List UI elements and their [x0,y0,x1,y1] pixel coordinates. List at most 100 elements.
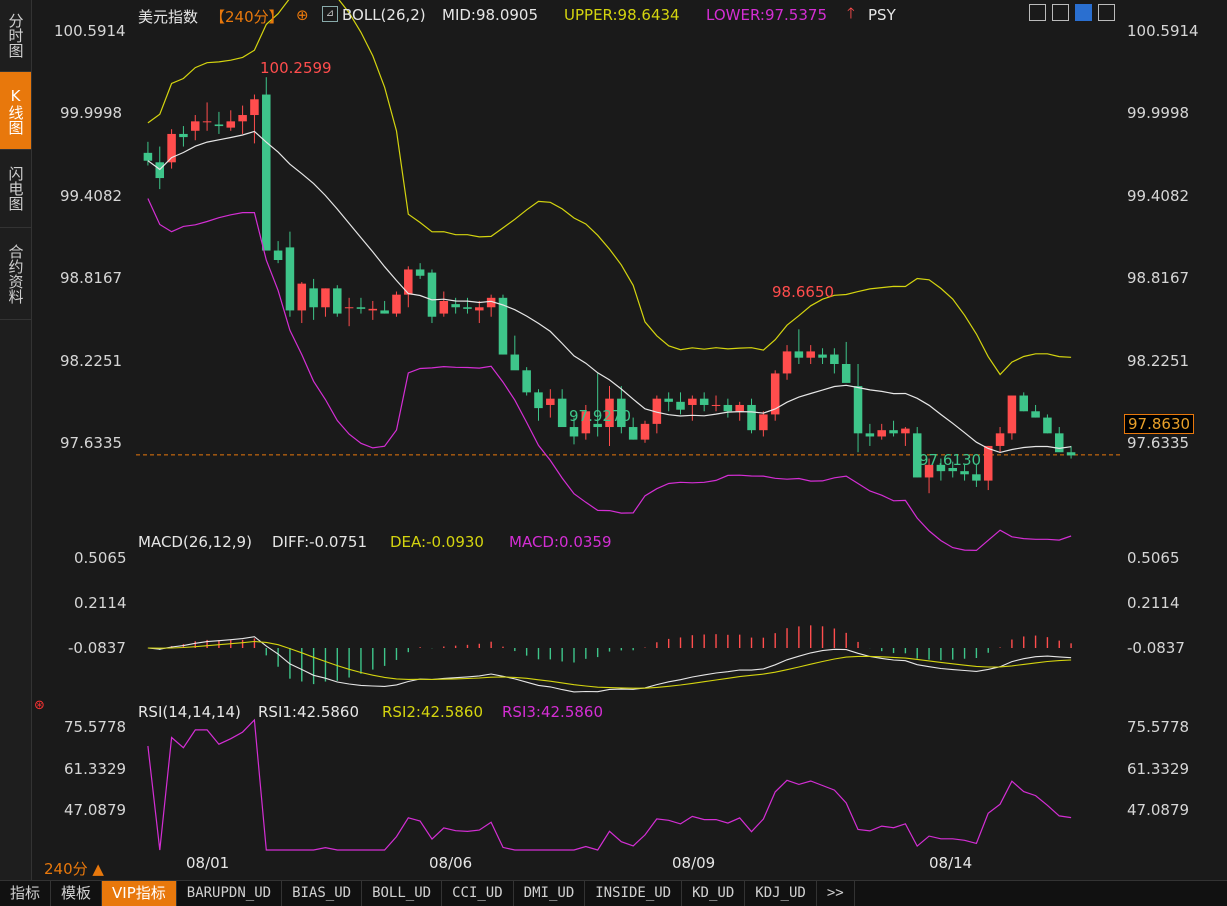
symbol-name: 美元指数 [138,8,199,26]
price-axis-label-right: 99.9998 [1127,104,1190,122]
candle-body [439,300,449,314]
candle-body [297,283,307,311]
candle-body [995,433,1005,446]
tab-indicators[interactable]: 指标 [0,881,52,906]
candle-body [664,398,673,402]
candle-body [640,423,650,440]
tab-vip-indicators[interactable]: VIP指标 [102,881,177,906]
rsi1: RSI1:42.5860 [258,703,359,721]
rsi-axis-label-right: 61.3329 [1127,760,1190,778]
candle-body [510,354,520,371]
candle-body [392,294,401,314]
price-axis-label-left: 99.9998 [60,104,123,122]
annotation-local-high: 98.6650 [772,283,835,301]
fullscreen-icon[interactable] [1098,4,1115,21]
candle-body [250,99,259,116]
candle-body [546,398,555,405]
boll-lower: LOWER:97.5375 [706,6,827,24]
candle-body [557,398,567,428]
tab-bias[interactable]: BIAS_UD [282,881,363,906]
candle-body [344,307,354,309]
tab-templates[interactable]: 模板 [51,881,103,906]
boll-upper: UPPER:98.6434 [564,6,680,24]
crosshair-icon[interactable] [1029,4,1046,21]
macd-label: MACD(26,12,9) [138,533,252,551]
candle-body [865,433,875,437]
candle-body [1043,417,1052,434]
candle-body [983,445,993,481]
tab-barupdn[interactable]: BARUPDN_UD [177,881,283,906]
tab-boll[interactable]: BOLL_UD [362,881,443,906]
price-axis-label-right: 98.2251 [1127,352,1190,370]
candle-body [830,354,839,364]
candle-body [226,121,236,128]
candle-body [262,94,271,251]
candle-body [475,307,484,311]
chart-area[interactable]: 美元指数 【240分】 ⊕ ⊿ BOLL(26,2) MID:98.0905 U… [32,0,1227,880]
candle-body [356,307,366,309]
tab-inside[interactable]: INSIDE_UD [585,881,683,906]
add-indicator-icon[interactable]: ⊕ [296,6,309,24]
rsi-line [147,718,1072,851]
candle-body [451,304,460,308]
sidebar-item-kline[interactable]: K线图 [0,72,31,150]
annotation-local-low: 97.9270 [569,407,632,425]
tab-more[interactable]: >> [817,881,855,906]
indicator-tab-bar: 指标 模板 VIP指标 BARUPDN_UD BIAS_UD BOLL_UD C… [0,880,1227,906]
candle-body [676,401,685,410]
price-axis-label-left: 99.4082 [60,187,123,205]
sidebar-item-flash[interactable]: 闪电图 [0,150,31,228]
time-label: 08/09 [672,854,716,872]
price-axis-label-right: 100.5914 [1127,22,1199,40]
price-axis-label-left: 100.5914 [54,22,126,40]
indicator-icon[interactable]: ⊿ [322,6,338,22]
macd-axis-label: 0.2114 [74,594,127,612]
left-sidebar: 分时图 K线图 闪电图 合约资料 [0,0,32,880]
rsi-axis-label: 75.5778 [64,718,127,736]
up-arrow-icon: 🡑 [847,4,855,22]
rsi-axis-label-right: 47.0879 [1127,801,1190,819]
candle-body [1007,395,1017,434]
macd-axis-label: -0.0837 [68,639,126,657]
tab-cci[interactable]: CCI_UD [442,881,514,906]
macd-axis-label-right: -0.0837 [1127,639,1185,657]
rsi-axis-label-right: 75.5778 [1127,718,1190,736]
candle-body [285,247,295,311]
period-indicator[interactable]: 240分 ▲ [44,858,104,879]
tab-kd[interactable]: KD_UD [682,881,746,906]
chart-svg[interactable] [32,0,1227,880]
price-axis-label-left: 97.6335 [60,434,123,452]
candle-body [1019,395,1029,412]
candle-body [179,133,188,138]
price-axis-label-left: 98.8167 [60,269,123,287]
tab-kdj[interactable]: KDJ_UD [745,881,817,906]
rsi-axis-label: 61.3329 [64,760,127,778]
period-label[interactable]: 【240分】 [210,6,284,27]
boll-label: BOLL(26,2) [342,6,426,24]
candle-body [333,288,342,314]
layout-icon[interactable] [1052,4,1069,21]
candle-body [534,392,543,409]
settings-icon[interactable]: ⊛ [34,698,45,713]
macd-value: MACD:0.0359 [509,533,612,551]
candle-body [747,404,756,431]
rsi-axis-label: 47.0879 [64,801,127,819]
candle-body [380,310,389,314]
rsi-label: RSI(14,14,14) [138,703,241,721]
play-icon[interactable] [1075,4,1092,21]
rsi3: RSI3:42.5860 [502,703,603,721]
candle-body [1066,452,1076,456]
candle-body [273,250,283,260]
tab-dmi[interactable]: DMI_UD [514,881,586,906]
candle-body [463,307,472,309]
macd-axis-label-right: 0.2114 [1127,594,1180,612]
candle-body [794,351,804,358]
candle-body [309,288,318,308]
candle-body [960,471,969,475]
sidebar-item-contract[interactable]: 合约资料 [0,228,31,320]
candle-body [723,404,733,412]
macd-diff-line [147,636,1072,693]
candle-body [368,308,378,311]
sidebar-item-timeshare[interactable]: 分时图 [0,0,31,72]
macd-axis-label: 0.5065 [74,549,127,567]
